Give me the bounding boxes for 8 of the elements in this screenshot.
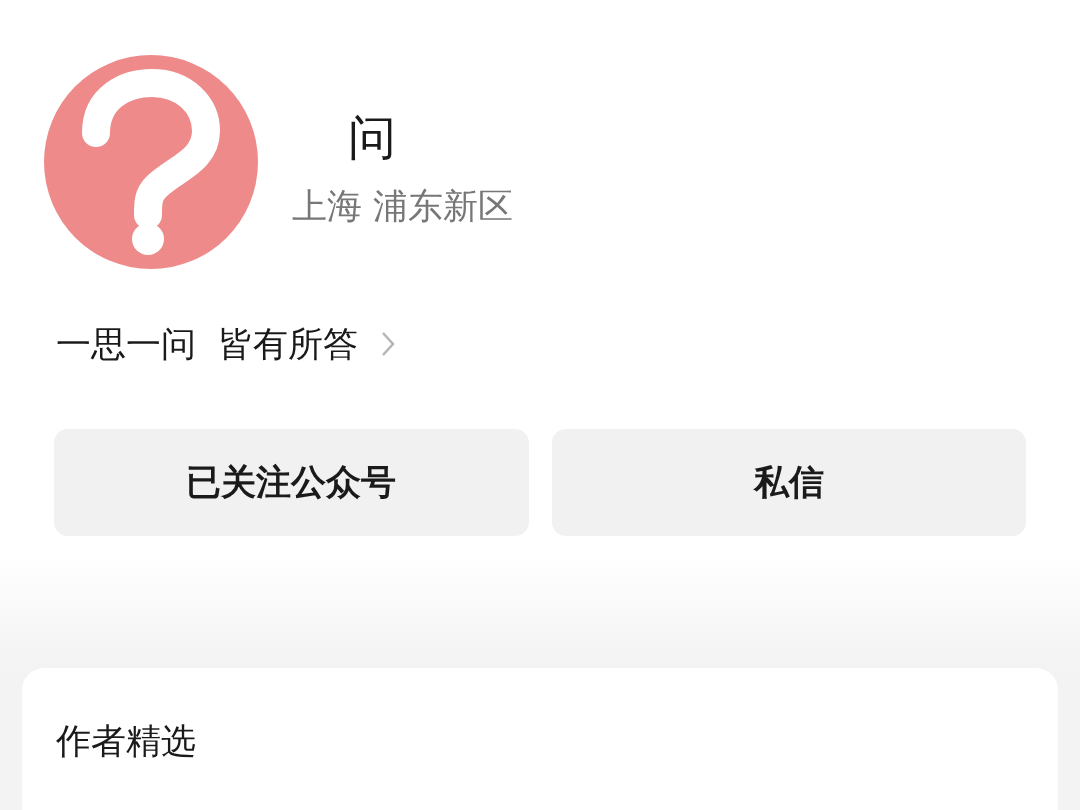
section-title: 作者精选 bbox=[56, 721, 196, 761]
action-button[interactable]: 私信 bbox=[551, 429, 1026, 536]
account-name: 问 bbox=[347, 108, 397, 167]
avatar-icon bbox=[44, 55, 258, 269]
chevron-icon bbox=[380, 330, 397, 358]
location: 上海 浦东新区 bbox=[292, 185, 514, 228]
bio-link[interactable]: 一思一问 皆有所答 bbox=[56, 319, 397, 369]
action-button[interactable]: 已关注公众号 bbox=[54, 429, 529, 536]
